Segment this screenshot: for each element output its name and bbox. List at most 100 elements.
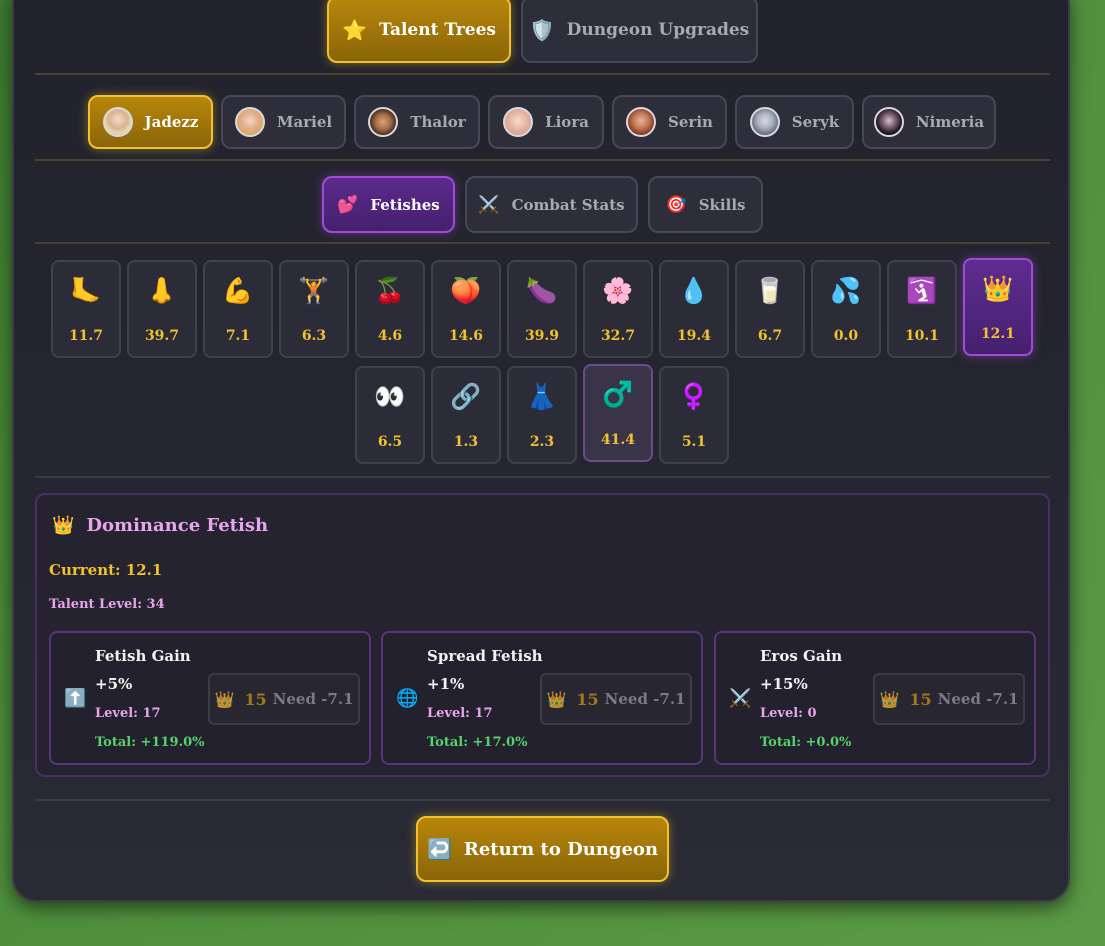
fetish-cell-worship[interactable]: 🛐 10.1 (887, 260, 957, 358)
fetish-cell-male[interactable]: ♂️ 41.4 (583, 364, 653, 462)
crown-icon: 👑 (52, 515, 75, 536)
upgrade-cost: 15 (244, 689, 267, 709)
upgrade-card-fetish-gain: ⬆️ Fetish Gain +5% Level: 17 Total: +119… (49, 631, 371, 765)
target-icon: 🎯 (665, 194, 687, 215)
fetish-value: 19.4 (676, 328, 712, 344)
tab-combat-stats[interactable]: ⚔️ Combat Stats (465, 176, 638, 233)
upgrade-need: Need -7.1 (272, 690, 354, 708)
fetish-cell-cherries[interactable]: 🍒 4.6 (355, 260, 425, 358)
fetish-cell-dominance[interactable]: 👑 12.1 (963, 258, 1033, 356)
upgrade-need: Need -7.1 (604, 690, 686, 708)
return-to-dungeon-button[interactable]: ↩️ Return to Dungeon (416, 816, 669, 882)
upgrade-button[interactable]: 👑 15 Need -7.1 (540, 673, 692, 725)
detail-title: 👑 Dominance Fetish (52, 515, 268, 536)
fetish-cell-nose[interactable]: 👃 39.7 (127, 260, 197, 358)
fetish-value: 7.1 (225, 328, 251, 344)
fetish-cell-eyes[interactable]: 👀 6.5 (355, 366, 425, 464)
female-sign-icon: ♀️ (678, 382, 710, 411)
upgrade-card-spread-fetish: 🌐 Spread Fetish +1% Level: 17 Total: +17… (381, 631, 703, 765)
fetish-cell-eggplant[interactable]: 🍆 39.9 (507, 260, 577, 358)
tab-talent-trees-label: Talent Trees (378, 19, 496, 40)
divider (35, 799, 1050, 801)
flexed-biceps-icon: 💪 (222, 276, 254, 305)
tab-dungeon-upgrades-label: Dungeon Upgrades (566, 19, 750, 40)
star-icon: ⭐ (342, 17, 367, 42)
detail-title-text: Dominance Fetish (86, 515, 269, 536)
avatar (368, 107, 399, 137)
upgrade-total: Total: +17.0% (427, 735, 528, 750)
tab-fetishes[interactable]: 💕 Fetishes (322, 176, 455, 233)
crossed-swords-icon: ⚔️ (478, 194, 500, 215)
character-name: Nimeria (915, 113, 985, 131)
fetish-value: 1.3 (453, 434, 479, 450)
crossed-swords-icon: ⚔️ (729, 688, 752, 709)
character-tab-seryk[interactable]: Seryk (735, 95, 854, 149)
upgrade-card-eros-gain: ⚔️ Eros Gain +15% Level: 0 Total: +0.0% … (714, 631, 1036, 765)
divider (35, 242, 1050, 244)
fetish-cell-foot[interactable]: 🦶 11.7 (51, 260, 121, 358)
nose-icon: 👃 (146, 276, 178, 305)
fetish-cell-flower[interactable]: 🌸 32.7 (583, 260, 653, 358)
fetish-value: 0.0 (833, 328, 859, 344)
tab-talent-trees[interactable]: ⭐ Talent Trees (327, 0, 511, 63)
sweat-droplets-icon: 💦 (830, 276, 862, 305)
fetish-value: 5.1 (681, 434, 707, 450)
upgrade-button[interactable]: 👑 15 Need -7.1 (208, 673, 360, 725)
dress-icon: 👗 (526, 382, 558, 411)
fetish-cell-female[interactable]: ♀️ 5.1 (659, 366, 729, 464)
return-button-label: Return to Dungeon (463, 838, 659, 860)
character-name: Liora (545, 113, 589, 131)
milk-glass-icon: 🥛 (754, 276, 786, 305)
character-name: Jadezz (144, 113, 199, 131)
character-name: Thalor (410, 113, 466, 131)
cherries-icon: 🍒 (374, 276, 406, 305)
tab-combat-stats-label: Combat Stats (511, 195, 625, 214)
character-tab-liora[interactable]: Liora (488, 95, 604, 149)
fetish-value: 10.1 (904, 328, 940, 344)
hearts-icon: 💕 (337, 194, 359, 215)
fetish-cell-weightlifting[interactable]: 🏋️ 6.3 (279, 260, 349, 358)
character-tab-jadezz[interactable]: Jadezz (88, 95, 213, 149)
tab-skills[interactable]: 🎯 Skills (648, 176, 763, 233)
divider (35, 159, 1050, 161)
upgrade-need: Need -7.1 (937, 690, 1019, 708)
character-tab-mariel[interactable]: Mariel (221, 95, 346, 149)
upgrade-name: Fetish Gain (95, 647, 191, 665)
crown-icon: 👑 (879, 689, 900, 709)
fetish-cell-chain[interactable]: 🔗 1.3 (431, 366, 501, 464)
character-tab-nimeria[interactable]: Nimeria (862, 95, 996, 149)
divider (35, 73, 1050, 75)
fetish-cell-droplet[interactable]: 💧 19.4 (659, 260, 729, 358)
fetish-value: 11.7 (68, 328, 104, 344)
upgrade-button[interactable]: 👑 15 Need -7.1 (873, 673, 1025, 725)
fetish-cell-dress[interactable]: 👗 2.3 (507, 366, 577, 464)
character-tab-serin[interactable]: Serin (612, 95, 727, 149)
fetish-value: 4.6 (377, 328, 403, 344)
character-tab-thalor[interactable]: Thalor (354, 95, 480, 149)
avatar (749, 107, 780, 137)
peach-icon: 🍑 (450, 276, 482, 305)
fetish-value: 39.9 (524, 328, 560, 344)
upgrade-bonus: +1% (427, 675, 465, 693)
tab-fetishes-label: Fetishes (370, 195, 440, 214)
fetish-value: 39.7 (144, 328, 180, 344)
return-arrow-icon: ↩️ (426, 837, 452, 861)
current-value: Current: 12.1 (49, 561, 163, 579)
divider (35, 476, 1050, 478)
fetish-cell-peach[interactable]: 🍑 14.6 (431, 260, 501, 358)
place-of-worship-icon: 🛐 (906, 276, 938, 305)
tab-dungeon-upgrades[interactable]: 🛡️ Dungeon Upgrades (521, 0, 758, 63)
fetish-cell-milk[interactable]: 🥛 6.7 (735, 260, 805, 358)
avatar (626, 107, 657, 137)
upgrade-name: Eros Gain (760, 647, 843, 665)
talent-level: Talent Level: 34 (49, 597, 165, 612)
fetish-value: 32.7 (600, 328, 636, 344)
fetish-value: 6.5 (377, 434, 403, 450)
fetish-cell-muscle[interactable]: 💪 7.1 (203, 260, 273, 358)
fetish-cell-splash[interactable]: 💦 0.0 (811, 260, 881, 358)
droplet-icon: 💧 (678, 276, 710, 305)
upgrade-total: Total: +119.0% (95, 735, 205, 750)
crown-icon: 👑 (982, 274, 1014, 303)
fetish-value: 14.6 (448, 328, 484, 344)
upgrade-level: Level: 17 (95, 706, 161, 721)
